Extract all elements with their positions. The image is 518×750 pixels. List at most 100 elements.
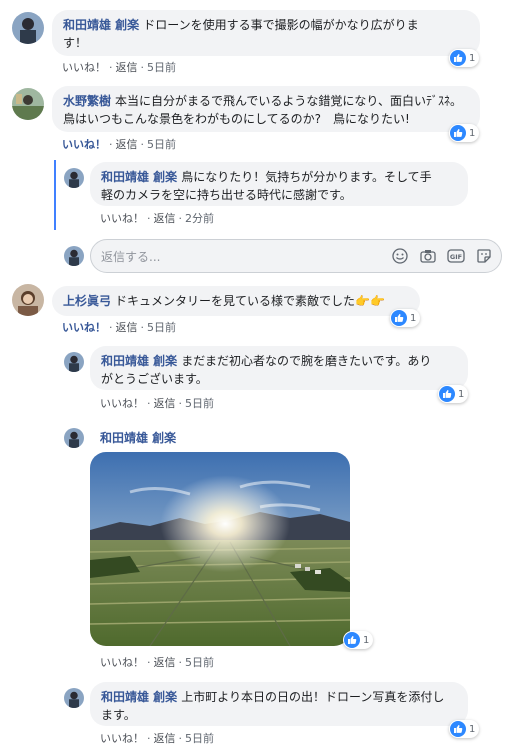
- comment-author[interactable]: 和田靖雄 創楽: [101, 690, 177, 704]
- smile-icon[interactable]: [391, 247, 409, 265]
- comment-actions: いいね！ · 返信 · 5日前: [62, 319, 176, 335]
- reply-tools: GIF: [391, 247, 493, 265]
- svg-text:GIF: GIF: [450, 253, 462, 261]
- sticker-icon[interactable]: [475, 247, 493, 265]
- separator: ·: [140, 321, 145, 334]
- reaction-number: 1: [458, 388, 465, 400]
- like-link[interactable]: いいね！: [100, 654, 144, 670]
- like-link[interactable]: いいね！: [100, 395, 144, 411]
- avatar[interactable]: [64, 688, 84, 708]
- camera-icon[interactable]: [419, 247, 437, 265]
- timestamp[interactable]: 5日前: [147, 319, 176, 335]
- separator: ·: [147, 656, 151, 669]
- gif-icon[interactable]: GIF: [447, 247, 465, 265]
- comment-text: まだまだ初心者なので腕を磨きたいです。あり: [181, 354, 432, 368]
- comment-text: 上市町より本日の日の出！ドローン写真を添付し: [181, 690, 445, 704]
- reaction-count[interactable]: 1: [449, 720, 480, 738]
- avatar[interactable]: [64, 168, 84, 188]
- separator: ·: [140, 61, 145, 74]
- comment-author[interactable]: 和田靖雄 創楽: [100, 431, 176, 445]
- reply-link[interactable]: 返信: [116, 319, 138, 335]
- reaction-count[interactable]: 1: [390, 309, 421, 327]
- like-thumb-icon: [439, 386, 455, 402]
- comment-author[interactable]: 和田靖雄 創楽: [101, 170, 177, 184]
- reaction-count[interactable]: 1: [343, 631, 374, 649]
- timestamp[interactable]: 2分前: [185, 210, 214, 226]
- reply-input[interactable]: 返信する... GIF: [90, 239, 502, 273]
- reaction-number: 1: [469, 127, 476, 139]
- timestamp[interactable]: 5日前: [147, 59, 176, 75]
- timestamp[interactable]: 5日前: [147, 136, 176, 152]
- reply-link[interactable]: 返信: [154, 730, 176, 746]
- comment-actions: いいね！ · 返信 · 5日前: [100, 654, 214, 670]
- like-thumb-icon: [344, 632, 360, 648]
- reaction-count[interactable]: 1: [438, 385, 469, 403]
- comment-bubble: 上杉眞弓 ドキュメンタリーを見ている様で素敵でした👉👉: [52, 286, 420, 316]
- comment-author[interactable]: 上杉眞弓: [63, 294, 111, 308]
- separator: ·: [178, 656, 183, 669]
- like-thumb-icon: [391, 310, 407, 326]
- timestamp[interactable]: 5日前: [185, 730, 214, 746]
- comment-text: 軽のカメラを空に持ち出せる時代に感謝です。: [101, 188, 352, 202]
- comment-author[interactable]: 和田靖雄 創楽: [63, 18, 139, 32]
- avatar[interactable]: [64, 352, 84, 372]
- reply-bubble: 和田靖雄 創楽 まだまだ初心者なので腕を磨きたいです。あり がとうございます。: [90, 346, 468, 390]
- reaction-number: 1: [469, 723, 476, 735]
- reaction-number: 1: [469, 52, 476, 64]
- separator: ·: [178, 732, 183, 745]
- reaction-number: 1: [410, 312, 417, 324]
- reply-link[interactable]: 返信: [154, 395, 176, 411]
- like-link[interactable]: いいね！: [62, 59, 106, 75]
- reply-thread-line: [54, 160, 56, 230]
- comment-author[interactable]: 水野繁樹: [63, 94, 111, 108]
- timestamp[interactable]: 5日前: [185, 395, 214, 411]
- comment-bubble: 和田靖雄 創楽 ドローンを使用する事で撮影の幅がかなり広がりま す！: [52, 10, 480, 56]
- avatar[interactable]: [64, 428, 84, 448]
- like-thumb-icon: [450, 125, 466, 141]
- attached-photo[interactable]: [90, 452, 350, 646]
- separator: ·: [147, 212, 151, 225]
- comment-bubble: 水野繁樹 本当に自分がまるで飛んでいるような錯覚になり、面白いﾃﾞｽﾈ。鳥はいつも…: [52, 86, 480, 132]
- comment-text: 本当に自分がまるで飛んでいるような錯覚になり、面白いﾃﾞｽﾈ。鳥はいつもこんな景…: [63, 94, 462, 126]
- comment-actions: いいね！ · 返信 · 5日前: [100, 730, 214, 746]
- reply-placeholder: 返信する...: [101, 250, 161, 264]
- reply-link[interactable]: 返信: [154, 654, 176, 670]
- avatar: [64, 246, 84, 266]
- reply-link[interactable]: 返信: [154, 210, 176, 226]
- like-link[interactable]: いいね！: [100, 210, 144, 226]
- comment-actions: いいね！ · 返信 · 5日前: [62, 59, 176, 75]
- separator: ·: [147, 732, 151, 745]
- comment-actions: いいね！ · 返信 · 5日前: [62, 136, 176, 152]
- separator: ·: [147, 397, 151, 410]
- comment-text: がとうございます。: [101, 372, 208, 386]
- reply-bubble: 和田靖雄 創楽 上市町より本日の日の出！ドローン写真を添付し ます。: [90, 682, 468, 726]
- reaction-count[interactable]: 1: [449, 124, 480, 142]
- photo-author-line: 和田靖雄 創楽: [100, 429, 180, 446]
- separator: ·: [109, 138, 113, 151]
- separator: ·: [178, 397, 183, 410]
- comment-actions: いいね！ · 返信 · 5日前: [100, 395, 214, 411]
- comment-text: す！: [63, 36, 88, 50]
- like-thumb-icon: [450, 721, 466, 737]
- reply-bubble: 和田靖雄 創楽 鳥になりたり！気持ちが分かります。そして手 軽のカメラを空に持ち出…: [90, 162, 468, 206]
- separator: ·: [140, 138, 145, 151]
- avatar[interactable]: [12, 284, 44, 316]
- avatar[interactable]: [12, 88, 44, 120]
- like-link[interactable]: いいね！: [100, 730, 144, 746]
- timestamp[interactable]: 5日前: [185, 654, 214, 670]
- separator: ·: [178, 212, 183, 225]
- comment-author[interactable]: 和田靖雄 創楽: [101, 354, 177, 368]
- comment-text: ドローンを使用する事で撮影の幅がかなり広がりま: [143, 18, 419, 32]
- comment-actions: いいね！ · 返信 · 2分前: [100, 210, 214, 226]
- reply-link[interactable]: 返信: [116, 59, 138, 75]
- comment-text: 鳥になりたり！気持ちが分かります。そして手: [181, 170, 432, 184]
- reply-link[interactable]: 返信: [116, 136, 138, 152]
- like-thumb-icon: [450, 50, 466, 66]
- comment-text: ます。: [101, 708, 136, 722]
- separator: ·: [109, 321, 113, 334]
- reaction-count[interactable]: 1: [449, 49, 480, 67]
- like-link[interactable]: いいね！: [62, 136, 106, 152]
- like-link[interactable]: いいね！: [62, 319, 106, 335]
- reaction-number: 1: [363, 634, 370, 646]
- avatar[interactable]: [12, 12, 44, 44]
